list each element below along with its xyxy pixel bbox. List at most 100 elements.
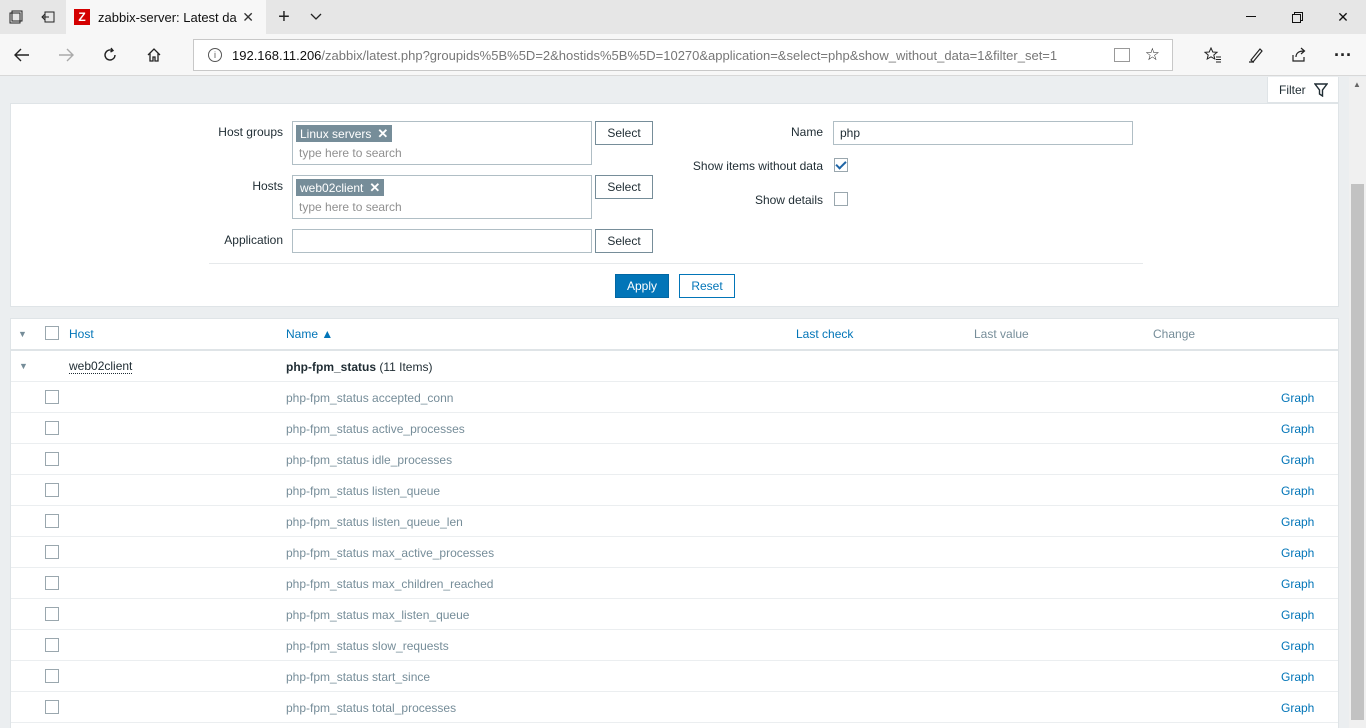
row-checkbox[interactable] bbox=[45, 483, 59, 497]
tab-zabbix-latest[interactable]: Z zabbix-server: Latest da ✕ bbox=[66, 0, 266, 34]
filter-funnel-icon bbox=[1313, 82, 1328, 97]
favorites-list-icon[interactable] bbox=[1195, 38, 1231, 72]
select-all-checkbox[interactable] bbox=[45, 326, 59, 340]
tab-manager-icon[interactable] bbox=[0, 0, 32, 34]
group-collapse-caret-icon[interactable]: ▼ bbox=[19, 361, 28, 371]
hosts-multiselect[interactable]: web02client ✕ type here to search bbox=[292, 175, 592, 219]
application-select-button[interactable]: Select bbox=[595, 229, 653, 253]
tab-preview-chevron-icon[interactable] bbox=[300, 0, 332, 34]
apply-button[interactable]: Apply bbox=[615, 274, 669, 298]
name-input[interactable]: php bbox=[833, 121, 1133, 145]
row-checkbox[interactable] bbox=[45, 638, 59, 652]
item-name: php-fpm_status idle_processes bbox=[286, 453, 453, 467]
show-details-label: Show details bbox=[754, 193, 823, 207]
row-checkbox[interactable] bbox=[45, 421, 59, 435]
reset-button[interactable]: Reset bbox=[679, 274, 735, 298]
favorite-star-icon[interactable]: ☆ bbox=[1145, 45, 1160, 65]
refresh-icon[interactable] bbox=[92, 38, 128, 72]
show-without-data-label: Show items without data bbox=[692, 159, 823, 173]
row-checkbox[interactable] bbox=[45, 390, 59, 404]
share-icon[interactable] bbox=[1281, 38, 1317, 72]
home-icon[interactable] bbox=[136, 38, 172, 72]
tab-close-icon[interactable]: ✕ bbox=[242, 9, 254, 26]
filter-panel: Host groups Linux servers ✕ type here to… bbox=[10, 103, 1339, 307]
address-bar[interactable]: i 192.168.11.206 /zabbix/latest.php?grou… bbox=[193, 39, 1173, 71]
graph-link[interactable]: Graph bbox=[1281, 484, 1314, 498]
column-name[interactable]: Name ▲ bbox=[286, 319, 333, 349]
host-groups-select-button[interactable]: Select bbox=[595, 121, 653, 145]
item-name: php-fpm_status listen_queue_len bbox=[286, 515, 463, 529]
latest-data-table: ▼ Host Name ▲ Last check Last value Chan… bbox=[10, 318, 1339, 728]
column-last-check[interactable]: Last check bbox=[796, 319, 853, 349]
show-details-checkbox[interactable] bbox=[834, 192, 848, 206]
graph-link[interactable]: Graph bbox=[1281, 639, 1314, 653]
row-checkbox[interactable] bbox=[45, 576, 59, 590]
graph-link[interactable]: Graph bbox=[1281, 701, 1314, 715]
item-name: php-fpm_status active_processes bbox=[286, 422, 465, 436]
restore-icon[interactable] bbox=[1274, 0, 1320, 34]
host-group-tag: Linux servers ✕ bbox=[296, 125, 393, 142]
remove-tag-icon[interactable]: ✕ bbox=[369, 180, 380, 196]
show-without-data-checkbox[interactable] bbox=[834, 158, 848, 172]
row-checkbox[interactable] bbox=[45, 514, 59, 528]
graph-link[interactable]: Graph bbox=[1281, 670, 1314, 684]
reading-view-icon[interactable] bbox=[1114, 48, 1130, 62]
row-checkbox[interactable] bbox=[45, 669, 59, 683]
table-row: php-fpm_status listen_queue_len Graph bbox=[11, 506, 1338, 537]
host-groups-label: Host groups bbox=[218, 125, 283, 139]
host-tag: web02client ✕ bbox=[296, 179, 385, 196]
item-name: php-fpm_status max_children_reached bbox=[286, 577, 494, 591]
set-aside-tabs-icon[interactable] bbox=[32, 0, 64, 34]
group-host-link[interactable]: web02client bbox=[69, 360, 133, 374]
item-name: php-fpm_status max_listen_queue bbox=[286, 608, 470, 622]
scrollbar-thumb[interactable] bbox=[1351, 184, 1364, 720]
hosts-search-placeholder[interactable]: type here to search bbox=[299, 200, 402, 214]
back-icon[interactable] bbox=[4, 38, 40, 72]
table-row: php-fpm_status slow_requests Graph bbox=[11, 630, 1338, 661]
scroll-up-arrow-icon[interactable]: ▲ bbox=[1353, 80, 1361, 89]
row-checkbox[interactable] bbox=[45, 607, 59, 621]
collapse-all-caret-icon[interactable]: ▼ bbox=[18, 319, 27, 349]
item-name: php-fpm_status listen_queue bbox=[286, 484, 441, 498]
host-group-tag-label: Linux servers bbox=[300, 126, 372, 141]
filter-tab-label: Filter bbox=[1279, 82, 1306, 97]
window-close-icon[interactable]: ✕ bbox=[1320, 0, 1366, 34]
web-notes-pen-icon[interactable] bbox=[1238, 38, 1274, 72]
graph-link[interactable]: Graph bbox=[1281, 391, 1314, 405]
more-menu-icon[interactable]: ··· bbox=[1325, 38, 1361, 72]
column-last-value: Last value bbox=[974, 327, 1029, 341]
hosts-select-button[interactable]: Select bbox=[595, 175, 653, 199]
site-info-icon[interactable]: i bbox=[208, 48, 222, 62]
row-checkbox[interactable] bbox=[45, 452, 59, 466]
column-host[interactable]: Host bbox=[69, 319, 94, 349]
new-tab-icon[interactable]: + bbox=[268, 0, 300, 34]
item-name: php-fpm_status total_processes bbox=[286, 701, 457, 715]
forward-icon[interactable] bbox=[48, 38, 84, 72]
table-row: php-fpm_status active_processes Graph bbox=[11, 413, 1338, 444]
page-content: Filter Host groups Linux servers ✕ type … bbox=[0, 77, 1349, 728]
host-groups-search-placeholder[interactable]: type here to search bbox=[299, 146, 402, 160]
graph-link[interactable]: Graph bbox=[1281, 453, 1314, 467]
graph-link[interactable]: Graph bbox=[1281, 577, 1314, 591]
filter-tab[interactable]: Filter bbox=[1267, 77, 1339, 103]
host-groups-multiselect[interactable]: Linux servers ✕ type here to search bbox=[292, 121, 592, 165]
row-checkbox[interactable] bbox=[45, 700, 59, 714]
application-input[interactable] bbox=[292, 229, 592, 253]
minimize-icon[interactable] bbox=[1228, 0, 1274, 34]
graph-link[interactable]: Graph bbox=[1281, 515, 1314, 529]
column-change: Change bbox=[1153, 327, 1196, 341]
graph-link[interactable]: Graph bbox=[1281, 422, 1314, 436]
group-item-count: (11 Items) bbox=[379, 360, 433, 374]
application-label: Application bbox=[224, 233, 283, 247]
graph-link[interactable]: Graph bbox=[1281, 608, 1314, 622]
remove-tag-icon[interactable]: ✕ bbox=[377, 126, 388, 142]
host-tag-label: web02client bbox=[300, 180, 364, 195]
hosts-label: Hosts bbox=[252, 179, 283, 193]
table-row: php-fpm_status max_listen_queue Graph bbox=[11, 599, 1338, 630]
page-scrollbar[interactable]: ▲ bbox=[1349, 77, 1366, 728]
row-checkbox[interactable] bbox=[45, 545, 59, 559]
graph-link[interactable]: Graph bbox=[1281, 546, 1314, 560]
browser-nav-bar: i 192.168.11.206 /zabbix/latest.php?grou… bbox=[0, 34, 1366, 76]
name-label: Name bbox=[790, 125, 823, 139]
item-name: php-fpm_status max_active_processes bbox=[286, 546, 495, 560]
